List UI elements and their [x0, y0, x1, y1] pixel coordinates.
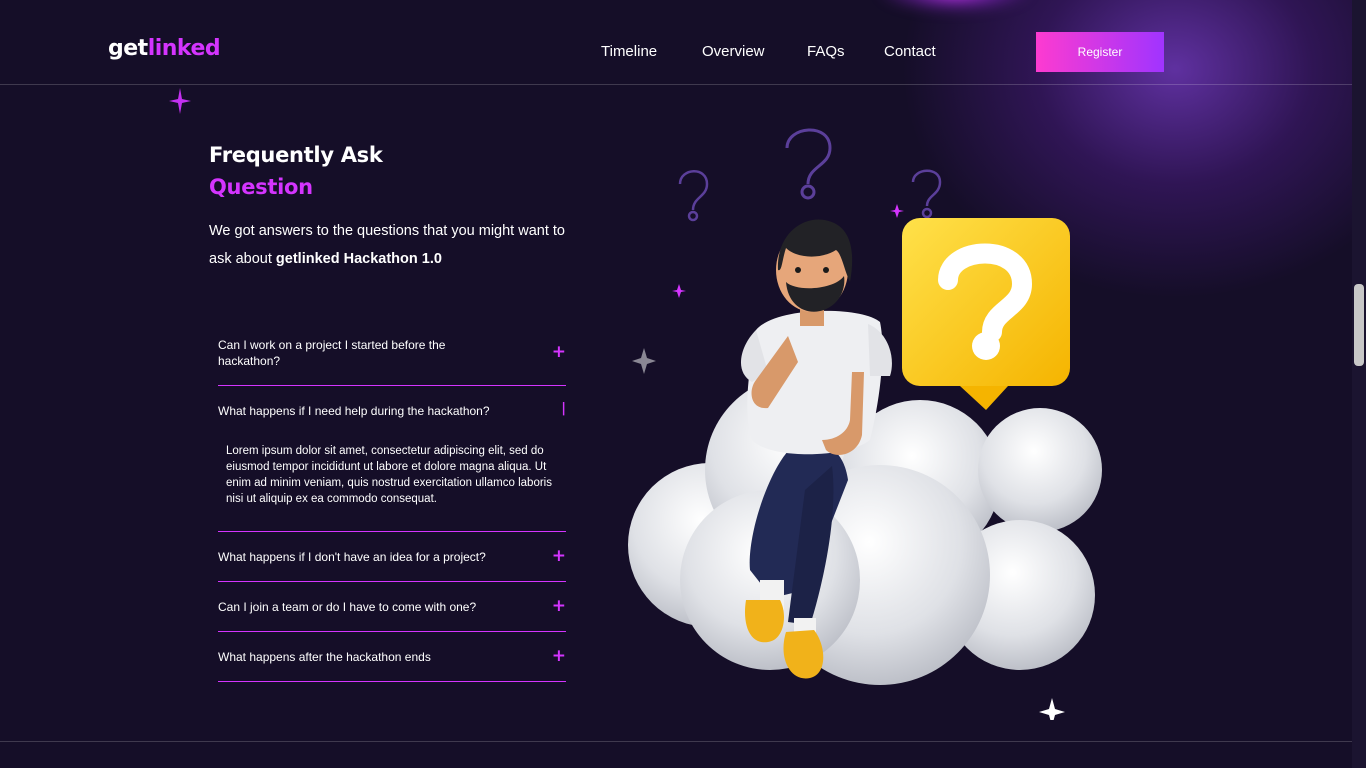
question-mark-icon [911, 169, 942, 219]
faq-intro: We got answers to the questions that you… [209, 217, 569, 273]
plus-icon[interactable]: + [552, 596, 566, 616]
scrollbar-thumb[interactable] [1354, 284, 1364, 366]
sparkle-icon [632, 348, 656, 374]
sparkle-icon [890, 204, 904, 218]
nav-timeline[interactable]: Timeline [601, 43, 657, 60]
faq-question[interactable]: Can I join a team or do I have to come w… [218, 599, 476, 615]
nav-overview[interactable]: Overview [702, 43, 765, 60]
register-button[interactable]: Register [1036, 32, 1164, 72]
faq-question[interactable]: Can I work on a project I started before… [218, 337, 508, 369]
section-divider [0, 741, 1352, 742]
logo[interactable]: getlinked [108, 36, 221, 61]
faq-illustration [628, 128, 1102, 720]
plus-icon[interactable]: + [552, 646, 566, 666]
faq-item-expanded[interactable]: What happens if I need help during the h… [218, 385, 566, 532]
minus-icon[interactable]: | [561, 401, 566, 416]
question-mark-icon [785, 128, 832, 200]
faq-question[interactable]: What happens after the hackathon ends [218, 649, 431, 665]
faq-item[interactable]: Can I join a team or do I have to come w… [218, 581, 566, 632]
site-header: getlinked Timeline Overview FAQs Contact… [0, 0, 1352, 85]
logo-part-linked: linked [147, 36, 221, 61]
faq-item[interactable]: What happens after the hackathon ends + [218, 631, 566, 682]
sparkle-icon [672, 284, 686, 298]
faq-title: Frequently Ask [209, 143, 383, 167]
sparkle-icon [169, 88, 191, 114]
faq-item[interactable]: What happens if I don't have an idea for… [218, 531, 566, 582]
question-box [902, 218, 1070, 410]
plus-icon[interactable]: + [552, 342, 566, 362]
faq-question[interactable]: What happens if I don't have an idea for… [218, 549, 486, 565]
faq-intro-bold: getlinked Hackathon 1.0 [275, 251, 442, 267]
sparkle-icon [1039, 698, 1065, 720]
question-mark-icon [678, 170, 709, 222]
faq-question[interactable]: What happens if I need help during the h… [218, 403, 490, 419]
logo-part-get: get [108, 36, 148, 61]
faq-title-accent: Question [209, 175, 313, 199]
nav-contact[interactable]: Contact [884, 43, 936, 60]
scrollbar[interactable] [1352, 0, 1366, 768]
nav-faqs[interactable]: FAQs [807, 43, 845, 60]
faq-answer: Lorem ipsum dolor sit amet, consectetur … [226, 445, 552, 505]
faq-item[interactable]: Can I work on a project I started before… [218, 330, 566, 386]
plus-icon[interactable]: + [552, 546, 566, 566]
